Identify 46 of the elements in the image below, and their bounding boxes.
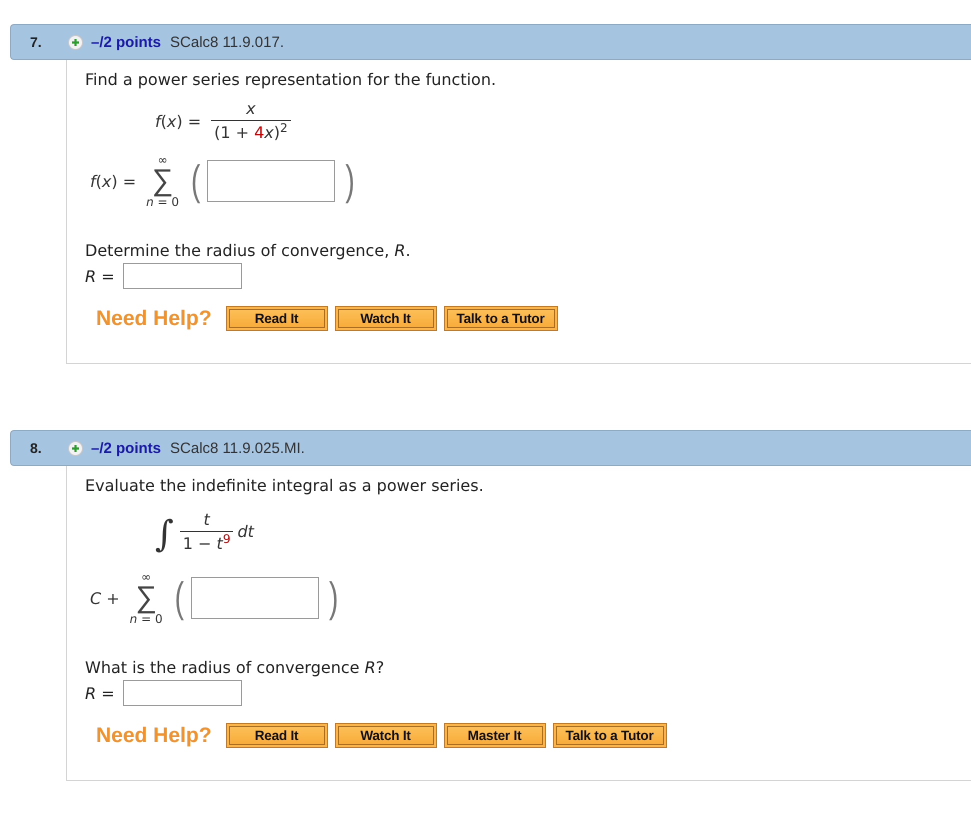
plus-icon[interactable] xyxy=(68,440,83,456)
points-label: –/2 points xyxy=(91,440,162,456)
radius-prompt: Determine the radius of convergence, R. xyxy=(85,241,411,261)
denominator-text: 1 − t$^{9}$ xyxy=(182,534,232,554)
source-label: SCalc8 11.9.017. xyxy=(170,34,284,50)
close-parenthesis: ) xyxy=(328,577,338,619)
numerator-text: t xyxy=(203,510,210,528)
lower-limit: n = 0 xyxy=(130,612,163,626)
need-help-label: Need Help? xyxy=(96,724,212,748)
numerator-text: x xyxy=(246,100,256,118)
answer-field[interactable] xyxy=(207,160,336,202)
denominator-text: (1 + 4x)$^{2}$ xyxy=(213,123,289,143)
help-button[interactable]: Master It xyxy=(444,723,546,748)
series-label: C + xyxy=(90,588,120,608)
lower-limit: n = 0 xyxy=(146,195,180,209)
help-button[interactable]: Read It xyxy=(226,723,328,748)
question-prompt: Evaluate the indefinite integral as a power series. xyxy=(85,476,484,496)
summation-sign: ∑ xyxy=(135,584,157,612)
help-button[interactable]: Watch It xyxy=(334,723,437,748)
help-button[interactable]: Read It xyxy=(226,306,328,331)
close-parenthesis: ) xyxy=(345,160,355,202)
need-help-label: Need Help? xyxy=(96,306,212,330)
question-number: 8. xyxy=(30,440,43,456)
integral-sign: ∫ xyxy=(155,515,174,555)
radius-label: R = xyxy=(85,684,115,702)
question-number: 7. xyxy=(30,34,43,50)
radius-field[interactable] xyxy=(122,680,242,706)
help-button[interactable]: Talk to a Tutor xyxy=(444,306,558,331)
summation-sign: ∑ xyxy=(152,167,174,195)
source-label: SCalc8 11.9.025.MI. xyxy=(170,440,305,456)
help-button[interactable]: Watch It xyxy=(334,306,437,331)
open-parenthesis: ( xyxy=(191,160,200,202)
upper-limit: ∞ xyxy=(141,570,152,584)
plus-icon[interactable] xyxy=(68,34,83,50)
differential-text: dt xyxy=(237,522,254,540)
answer-field[interactable] xyxy=(190,577,319,619)
help-button[interactable]: Talk to a Tutor xyxy=(552,723,667,748)
radius-label: R = xyxy=(85,266,115,286)
points-label: –/2 points xyxy=(91,34,162,50)
upper-limit: ∞ xyxy=(158,153,168,167)
radius-prompt: What is the radius of convergence R? xyxy=(85,658,384,678)
radius-field[interactable] xyxy=(122,263,242,289)
question-prompt: Find a power series representation for the function. xyxy=(85,70,496,90)
series-label: f(x) = xyxy=(90,172,136,190)
function-label: f(x) = xyxy=(155,112,202,131)
open-parenthesis: ( xyxy=(174,577,184,619)
